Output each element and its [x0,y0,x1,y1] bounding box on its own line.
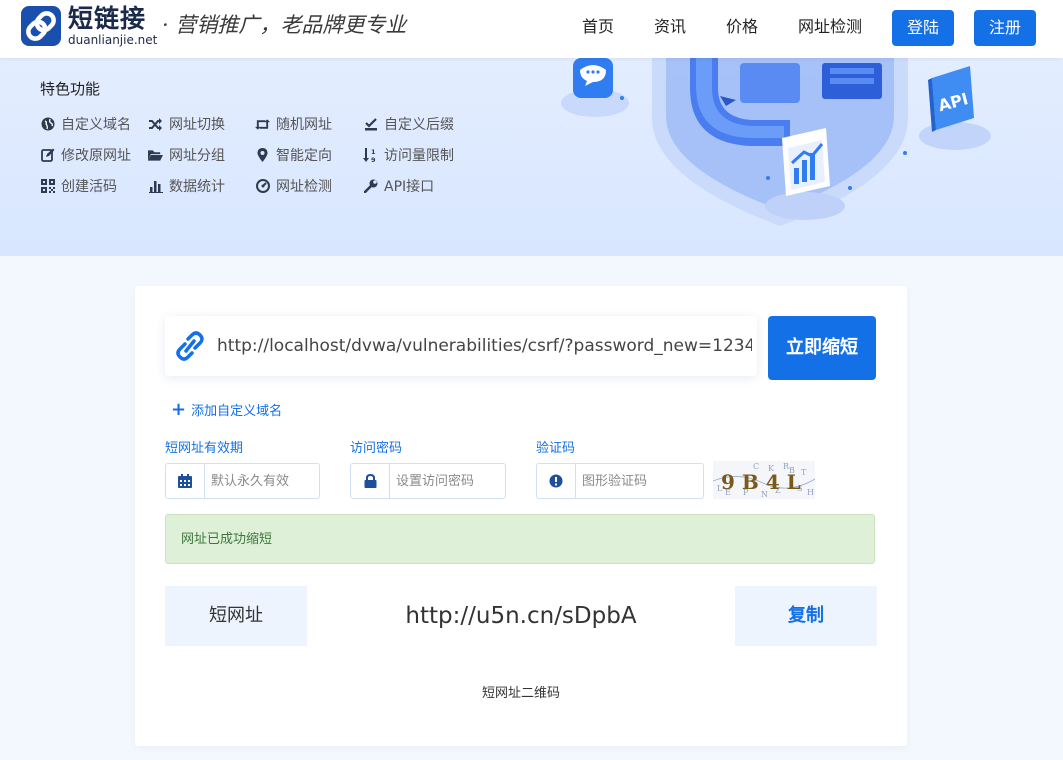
feature-label: API接口 [384,179,435,195]
login-button[interactable]: 登陆 [892,10,954,46]
feature-create-code[interactable]: 创建活码 [40,176,117,196]
features-title: 特色功能 [40,80,101,98]
captcha-image[interactable]: L EC K RT S HP N ZB 9 B 4 L [713,461,815,499]
nav-url-check[interactable]: 网址检测 [798,13,862,37]
feature-label: 网址检测 [276,179,332,195]
expiry-field [165,463,320,499]
feature-label: 自定义域名 [61,117,131,133]
feature-smart-targeting[interactable]: 智能定向 [255,145,332,165]
copy-button[interactable]: 复制 [735,586,877,646]
globe-icon [40,117,55,132]
feature-edit-url[interactable]: 修改原网址 [40,145,131,165]
feature-label: 智能定向 [276,148,332,164]
qr-code-label: 短网址二维码 [481,686,560,701]
success-alert: 网址已成功缩短 [165,514,875,564]
map-marker-icon [255,148,270,163]
add-domain-label: 添加自定义域名 [191,404,283,419]
short-url-label: 短网址 [165,586,307,646]
svg-text:H: H [807,488,814,497]
feature-data-stats[interactable]: 数据统计 [148,176,225,196]
feature-banner: 特色功能 自定义域名 网址切换 随机网址 自定义后缀 修改原网址 网址分组 智能… [0,58,1063,256]
feature-custom-suffix[interactable]: 自定义后缀 [363,114,454,134]
svg-text:9: 9 [371,156,376,163]
feature-label: 数据统计 [169,179,225,195]
dashboard-icon [255,179,270,194]
password-field [350,463,506,499]
feature-visit-limit[interactable]: 19 访问量限制 [363,145,454,165]
shorten-card: 立即缩短 + 添加自定义域名 短网址有效期 访问密码 验证码 LEC KRT S… [135,286,907,746]
nav-news[interactable]: 资讯 [654,13,686,37]
short-url-value[interactable]: http://u5n.cn/sDpbA [307,586,735,646]
check-pen-icon [363,117,378,132]
qrcode-icon [40,179,55,194]
password-label: 访问密码 [350,441,403,456]
long-url-input[interactable] [215,335,754,357]
url-input-box [165,316,757,376]
hero-illustration: API [561,58,991,226]
nav-pricing[interactable]: 价格 [726,13,758,37]
svg-text:1: 1 [371,148,376,156]
svg-text:T: T [801,468,807,477]
main-nav: 首页 资讯 价格 网址检测 登陆 注册 [0,5,1063,46]
feature-api[interactable]: API接口 [363,176,434,196]
captcha-label: 验证码 [536,441,576,456]
feature-url-switch[interactable]: 网址切换 [148,114,225,134]
feature-label: 访问量限制 [384,148,454,164]
edit-icon [40,148,55,163]
expiry-input[interactable] [205,465,317,497]
shuffle-icon [148,117,163,132]
captcha-text: 9 B 4 L [721,470,801,494]
nav-home[interactable]: 首页 [582,13,614,37]
register-button[interactable]: 注册 [974,10,1036,46]
feature-label: 网址分组 [169,148,225,164]
feature-label: 网址切换 [169,117,225,133]
exclamation-circle-icon [537,464,576,498]
feature-label: 随机网址 [276,117,332,133]
link-icon [165,331,215,361]
captcha-field [536,463,704,499]
shorten-button[interactable]: 立即缩短 [768,316,876,380]
access-password-input[interactable] [390,465,504,497]
feature-label: 创建活码 [61,179,117,195]
feature-custom-domain[interactable]: 自定义域名 [40,114,131,134]
bar-chart-icon [148,179,163,194]
feature-label: 自定义后缀 [384,117,454,133]
add-custom-domain-link[interactable]: + 添加自定义域名 [171,400,282,419]
feature-random-url[interactable]: 随机网址 [255,114,332,134]
feature-url-check[interactable]: 网址检测 [255,176,332,196]
retweet-icon [255,117,270,132]
feature-url-group[interactable]: 网址分组 [148,145,225,165]
calendar-icon [166,464,205,498]
wrench-icon [363,179,378,194]
sort-numeric-icon: 19 [363,147,378,163]
plus-icon: + [171,398,187,420]
lock-icon [351,464,390,498]
top-header: 短链接 duanlianjie.net · 营销推广，老品牌更专业 首页 资讯 … [0,0,1063,58]
folder-open-icon [148,148,163,163]
expiry-label: 短网址有效期 [165,441,244,456]
captcha-input[interactable] [576,465,702,497]
feature-label: 修改原网址 [61,148,131,164]
